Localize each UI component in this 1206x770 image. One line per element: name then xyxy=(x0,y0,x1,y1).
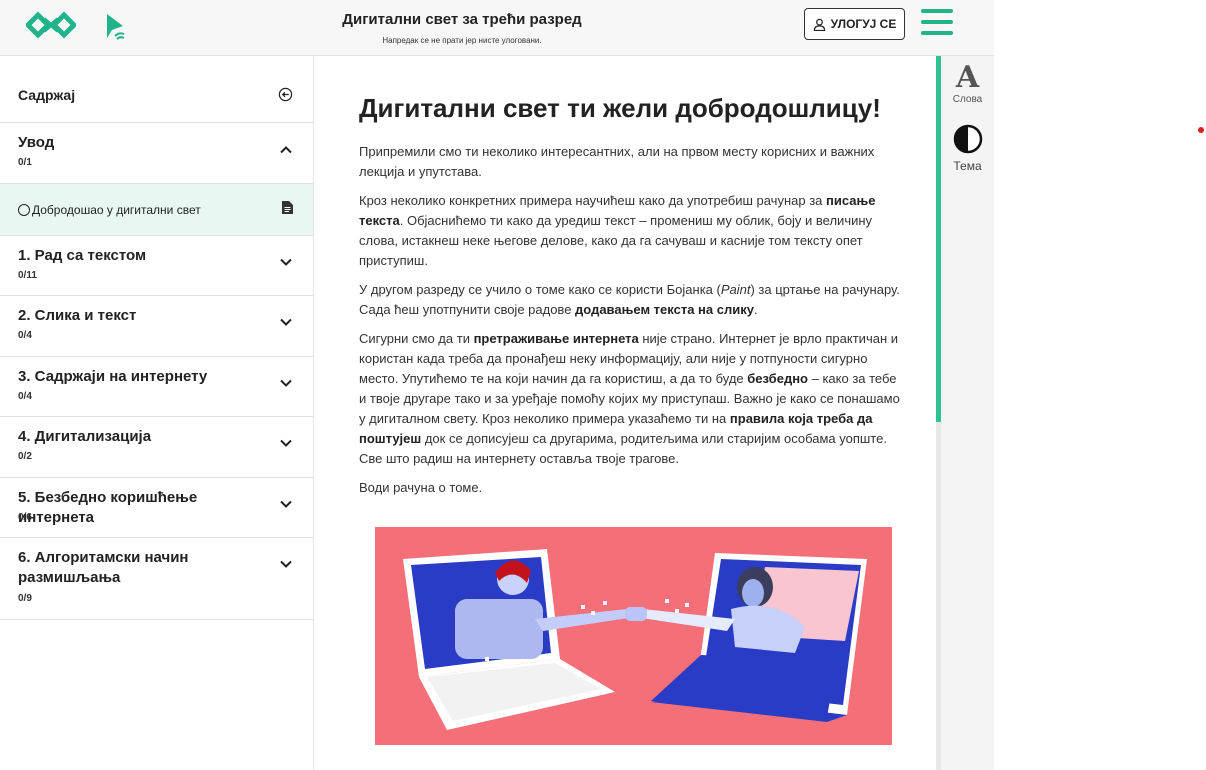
section-title: 4. Дигитализација xyxy=(18,428,152,445)
font-size-label: Слова xyxy=(952,94,983,105)
toc-heading: Садржај xyxy=(18,87,76,103)
toc-section-4[interactable]: 4. Дигитализација 0/2 xyxy=(0,417,313,478)
chevron-down-icon xyxy=(280,439,292,447)
two-laptops-handshake-illustration xyxy=(375,527,892,745)
toc-section-3[interactable]: 3. Садржаји на интернету 0/4 xyxy=(0,357,313,417)
lesson-label: Добродошао у дигитални свет xyxy=(32,203,201,217)
chevron-down-icon xyxy=(280,379,292,387)
section-progress: 0/6 xyxy=(18,512,32,523)
login-button[interactable]: УЛОГУЈ СЕ xyxy=(804,8,905,40)
paragraph-4: Сигурни смо да ти претраживање интернета… xyxy=(359,331,900,466)
section-title: 1. Рад са текстом xyxy=(18,247,147,264)
section-title: 3. Садржаји на интернету xyxy=(18,368,208,385)
section-progress: 0/4 xyxy=(18,330,32,341)
toc-section-6[interactable]: 6. Алгоритамски начин размишљања 0/9 xyxy=(0,538,313,620)
beacon-icon[interactable] xyxy=(104,12,128,42)
lesson-content: Дигитални свет ти жели добродошлицу! При… xyxy=(314,56,936,770)
toc-section-5[interactable]: 5. Безбедно коришћење интернета 0/6 xyxy=(0,478,313,538)
chevron-up-icon xyxy=(280,146,292,154)
petlja-logo-icon[interactable] xyxy=(26,10,76,40)
top-header: Дигитални свет за трећи разред Напредак … xyxy=(0,0,994,56)
document-icon xyxy=(282,201,293,214)
table-of-contents: Садржај Увод 0/1 Добродошао у дигитални … xyxy=(0,56,314,770)
section-progress: 0/2 xyxy=(18,451,32,462)
theme-label: Тема xyxy=(953,159,982,173)
toc-section-2[interactable]: 2. Слика и текст 0/4 xyxy=(0,296,313,357)
article-title: Дигитални свет ти жели добродошлицу! xyxy=(359,93,881,123)
collapse-sidebar-icon[interactable] xyxy=(278,87,293,102)
user-icon xyxy=(813,18,825,31)
paragraph-2: Кроз неколико конкретних примера научиће… xyxy=(359,193,876,268)
contrast-icon xyxy=(953,124,982,154)
font-size-icon: A xyxy=(955,60,980,95)
paragraph-5: Води рачуна о томе. xyxy=(359,480,483,495)
login-label: УЛОГУЈ СЕ xyxy=(830,17,897,31)
hamburger-menu-icon[interactable] xyxy=(921,9,953,37)
section-title: Увод xyxy=(18,134,55,151)
font-size-tool[interactable]: A Слова xyxy=(941,60,994,106)
toc-header: Садржај xyxy=(0,56,313,123)
section-progress: 0/9 xyxy=(18,593,32,604)
article: Дигитални свет ти жели добродошлицу! При… xyxy=(359,92,905,507)
paragraph-1: Припремили смо ти неколико интересантних… xyxy=(359,144,875,179)
chevron-down-icon xyxy=(280,258,292,266)
section-progress: 0/11 xyxy=(18,270,37,281)
section-title: 2. Слика и текст xyxy=(18,307,137,324)
chevron-down-icon xyxy=(280,500,292,508)
toc-section-1[interactable]: 1. Рад са текстом 0/11 xyxy=(0,236,313,296)
course-title: Дигитални свет за трећи разред xyxy=(342,11,582,28)
section-title: 6. Алгоритамски начин размишљања xyxy=(18,549,189,586)
progress-notice: Напредак се не прати јер нисте улоговани… xyxy=(382,36,542,45)
section-progress: 0/1 xyxy=(18,157,32,168)
chevron-down-icon xyxy=(280,560,292,568)
paragraph-3: У другом разреду се учило о томе како се… xyxy=(359,282,900,317)
chevron-down-icon xyxy=(280,318,292,326)
notification-dot xyxy=(1198,127,1204,133)
toc-section-intro[interactable]: Увод 0/1 xyxy=(0,123,313,184)
section-title: 5. Безбедно коришћење интернета xyxy=(18,489,198,526)
accessibility-toolbar: A Слова Тема xyxy=(941,56,994,770)
theme-tool[interactable]: Тема xyxy=(941,124,994,173)
section-progress: 0/4 xyxy=(18,391,32,402)
lesson-welcome[interactable]: Добродошао у дигитални свет xyxy=(0,184,313,236)
lesson-status-icon xyxy=(18,204,30,216)
